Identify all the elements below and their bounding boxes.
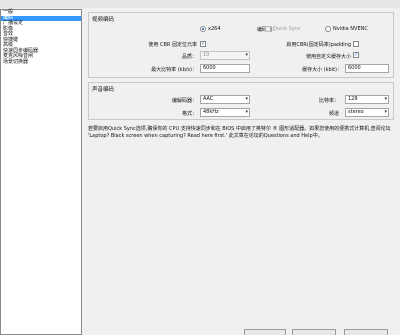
encoder-quicksync-label: Quick Sync [273,26,301,32]
quality-select[interactable]: 10 ▾ [200,51,250,60]
settings-sidebar: 一般 编码 广播设定 影像 音效 快捷键 高级 快速同步编码器 麦克风噪音闸 场… [0,9,82,335]
max-bitrate-label: 最大比特率 (kb/s)： [151,67,197,73]
format-value: 48kHz [203,109,219,115]
chevron-down-icon: ▾ [384,109,387,115]
chevron-down-icon: ▾ [245,96,248,102]
video-encoding-title: 视频编码 [92,17,115,23]
video-encoding-group: 视频编码 编码器： x264 Quick Sync Nvidia NVENC 使… [88,12,394,78]
encoder-x264-label: x264 [208,26,221,32]
encoder-nvenc-radio[interactable] [325,26,331,32]
format-label: 格式： [181,111,197,117]
buffer-size-value: 6000 [348,65,361,71]
codec-select[interactable]: AAC ▾ [200,95,250,104]
quality-value: 10 [203,52,210,58]
cbr-label: 使用 CBR 固定位元率 [148,42,197,48]
custom-buffer-label: 使用自定义缓存大小 [305,54,351,60]
chevron-down-icon: ▾ [384,96,387,102]
max-bitrate-value: 6000 [203,65,216,71]
title-bar [0,0,400,8]
cbr-checkbox[interactable]: ✓ [200,41,206,47]
cancel-button[interactable] [292,329,336,335]
channel-label: 频道 [328,111,339,117]
format-select[interactable]: 48kHz ▾ [200,108,250,117]
codec-label: 编解码器： [171,98,197,104]
buffer-size-input[interactable]: 6000 [345,64,389,73]
audio-bitrate-value: 128 [348,96,358,102]
cbr-padding-label: 启用CBR(固定码率)padding [286,42,351,48]
encoder-x264-radio[interactable] [200,26,206,32]
encoder-nvenc-label: Nvidia NVENC [333,26,368,32]
buffer-size-label: 缓存大小 (kbit)： [302,67,342,73]
chevron-down-icon: ▾ [245,109,248,115]
cbr-padding-checkbox[interactable] [353,41,359,47]
max-bitrate-input[interactable]: 6000 [200,64,250,73]
custom-buffer-checkbox[interactable]: ✓ [353,52,359,58]
chevron-down-icon: ▾ [245,52,248,58]
audio-bitrate-select[interactable]: 128 ▾ [345,95,389,104]
codec-value: AAC [203,96,214,102]
ok-button[interactable] [244,329,286,335]
quality-label: 品质： [181,54,197,60]
audio-encoding-group: 声音编码 编解码器： AAC ▾ 比特率： 128 ▾ 格式： 48kHz ▾ … [88,82,394,120]
settings-window: 一般 编码 广播设定 影像 音效 快捷键 高级 快速同步编码器 麦克风噪音闸 场… [0,0,400,335]
channel-value: stereo [348,109,364,115]
apply-button[interactable] [344,329,388,335]
sidebar-item-scene-switcher[interactable]: 场景切换器 [1,59,81,66]
audio-encoding-title: 声音编码 [92,87,115,93]
quicksync-help-note: 若要启用Quick Sync选项,确保你的 CPU 支持快速同步和在 BIOS … [88,126,391,139]
channel-select[interactable]: stereo ▾ [345,108,389,117]
audio-bitrate-label: 比特率： [318,98,339,104]
encoder-quicksync-radio[interactable] [265,26,271,32]
